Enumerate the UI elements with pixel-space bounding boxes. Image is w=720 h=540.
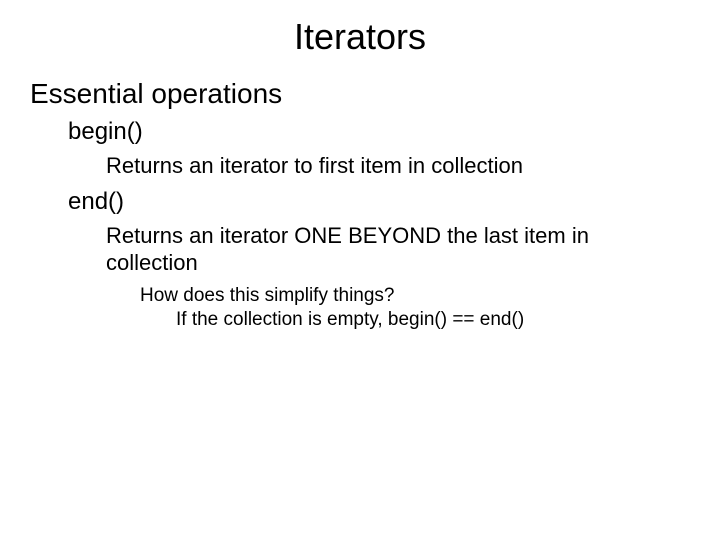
slide-title: Iterators xyxy=(0,16,720,58)
section-heading: Essential operations xyxy=(30,78,720,110)
note-question: How does this simplify things? xyxy=(140,285,720,307)
operation-name-end: end() xyxy=(68,188,720,216)
operation-name-begin: begin() xyxy=(68,118,720,146)
operation-desc-begin: Returns an iterator to first item in col… xyxy=(106,152,666,180)
note-answer: If the collection is empty, begin() == e… xyxy=(176,309,720,331)
operation-desc-end: Returns an iterator ONE BEYOND the last … xyxy=(106,222,666,277)
slide: Iterators Essential operations begin() R… xyxy=(0,0,720,540)
